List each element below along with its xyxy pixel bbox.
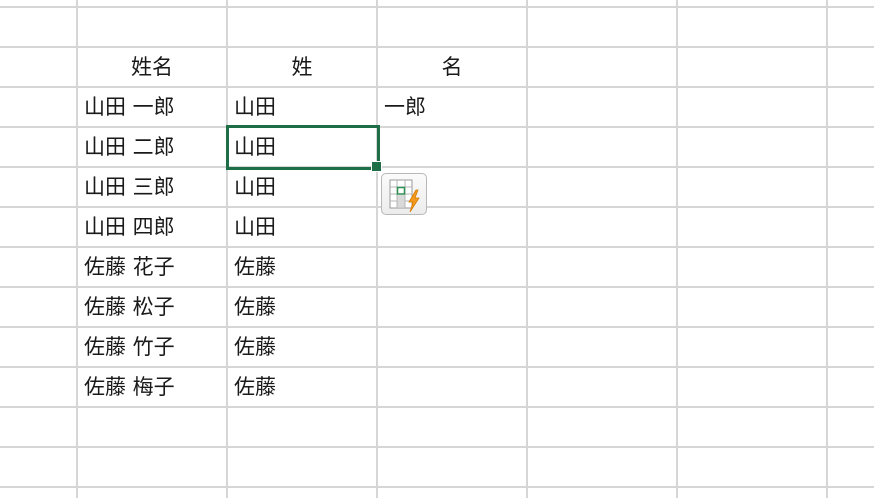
spreadsheet-grid[interactable]: 姓名 姓 名 山田 一郎 山田 一郎 山田 二郎 山田 山田 三郎 山田 山田 … <box>0 0 874 498</box>
flash-fill-icon <box>389 179 420 213</box>
cell-surname[interactable]: 佐藤 <box>228 287 376 327</box>
cell-full-name[interactable]: 山田 四郎 <box>78 207 226 247</box>
cell-surname[interactable]: 山田 <box>228 167 376 207</box>
gridline-horizontal <box>0 446 874 448</box>
cell-surname[interactable]: 佐藤 <box>228 247 376 287</box>
gridline-vertical <box>526 0 528 498</box>
flash-fill-options-button[interactable] <box>381 173 427 215</box>
cell-surname[interactable]: 山田 <box>228 207 376 247</box>
cell-full-name[interactable]: 山田 一郎 <box>78 87 226 127</box>
cell-full-name[interactable]: 山田 二郎 <box>78 127 226 167</box>
cell-header-surname[interactable]: 姓 <box>228 47 376 87</box>
cell-full-name[interactable]: 佐藤 松子 <box>78 287 226 327</box>
fill-handle[interactable] <box>371 161 382 172</box>
cell-surname[interactable]: 佐藤 <box>228 367 376 407</box>
cell-given-name[interactable]: 一郎 <box>378 87 526 127</box>
gridline-vertical <box>826 0 828 498</box>
cell-full-name[interactable]: 山田 三郎 <box>78 167 226 207</box>
cell-full-name[interactable]: 佐藤 花子 <box>78 247 226 287</box>
cell-header-full-name[interactable]: 姓名 <box>78 47 226 87</box>
cell-surname[interactable]: 佐藤 <box>228 327 376 367</box>
cell-full-name[interactable]: 佐藤 梅子 <box>78 367 226 407</box>
gridline-horizontal <box>0 6 874 8</box>
gridline-horizontal <box>0 486 874 488</box>
cell-full-name[interactable]: 佐藤 竹子 <box>78 327 226 367</box>
cell-surname[interactable]: 山田 <box>228 87 376 127</box>
cell-surname-active[interactable]: 山田 <box>228 127 376 167</box>
cell-given-name[interactable] <box>378 127 526 167</box>
cell-header-given-name[interactable]: 名 <box>378 47 526 87</box>
gridline-vertical <box>676 0 678 498</box>
